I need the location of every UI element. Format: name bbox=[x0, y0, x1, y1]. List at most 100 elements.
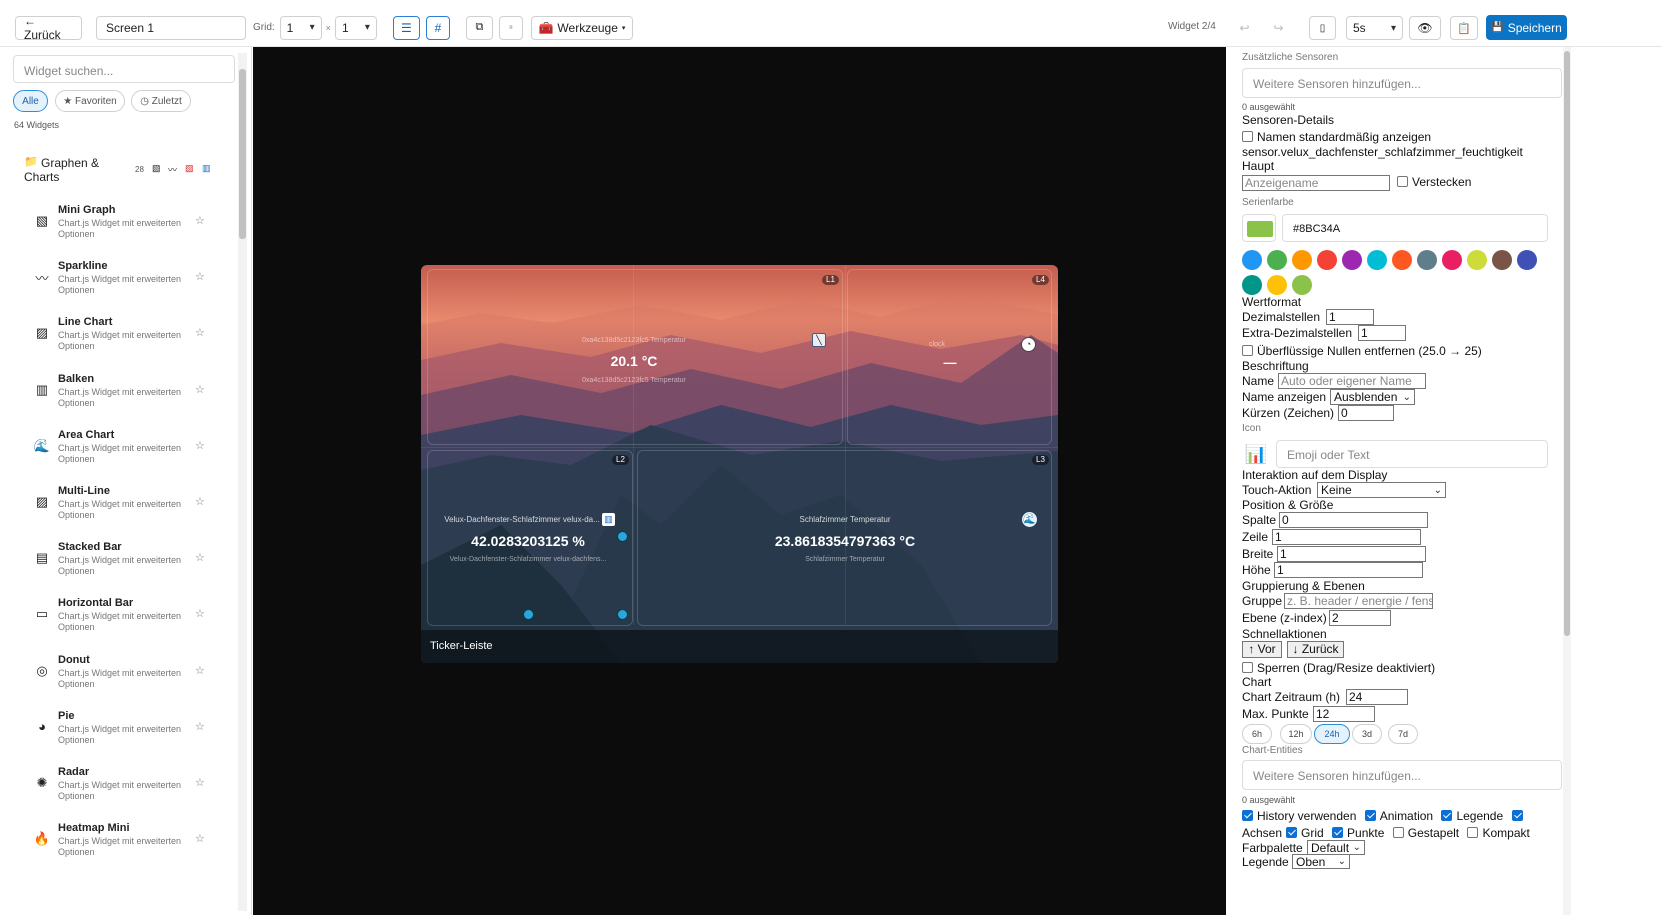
notes-button[interactable]: 📋 bbox=[1450, 16, 1478, 40]
resize-handle[interactable] bbox=[617, 531, 628, 542]
widget-list-item[interactable]: ◎ Donut Chart.js Widget mit erweiterten Op… bbox=[30, 654, 220, 704]
range-pill[interactable]: 24h bbox=[1314, 724, 1350, 744]
star-icon[interactable]: ☆ bbox=[195, 664, 205, 677]
show-name-select[interactable]: Ausblenden ⌄ bbox=[1330, 389, 1415, 405]
chart-period-input[interactable]: 24 bbox=[1346, 689, 1408, 705]
height-input[interactable]: 1 bbox=[1274, 562, 1423, 578]
refresh-interval-select[interactable]: 5s ▾ bbox=[1346, 16, 1403, 40]
row-input[interactable]: 1 bbox=[1272, 529, 1421, 545]
grid-toggle-button[interactable]: # bbox=[425, 15, 450, 40]
resize-handle[interactable] bbox=[523, 609, 534, 620]
points-checkbox[interactable] bbox=[1392, 827, 1404, 838]
star-icon[interactable]: ☆ bbox=[195, 776, 205, 789]
grid-cols-select[interactable]: 1 ▾ bbox=[279, 15, 322, 40]
widget-list-item[interactable]: 🔥 Heatmap Mini Chart.js Widget mit erweite… bbox=[30, 822, 220, 872]
star-icon[interactable]: ☆ bbox=[195, 383, 205, 396]
star-icon[interactable]: ☆ bbox=[195, 551, 205, 564]
range-pill[interactable]: 7d bbox=[1388, 724, 1418, 744]
color-swatch[interactable] bbox=[1517, 250, 1537, 270]
color-swatch[interactable] bbox=[1267, 275, 1287, 295]
back-button[interactable]: ← Zurück bbox=[15, 14, 82, 42]
width-input[interactable]: 1 bbox=[1277, 546, 1426, 562]
filter-recent[interactable]: ◷ Zuletzt bbox=[131, 90, 191, 112]
strip-zeros-row[interactable]: Überflüssige Nullen entfernen (25.0 → 25… bbox=[1242, 344, 1482, 358]
color-swatch[interactable] bbox=[1292, 250, 1312, 270]
filter-favorites[interactable]: ★ Favoriten bbox=[55, 90, 125, 112]
palette-select[interactable]: Default ⌄ bbox=[1307, 840, 1365, 855]
color-swatch[interactable] bbox=[1417, 250, 1437, 270]
layer-input[interactable]: 2 bbox=[1329, 610, 1391, 626]
star-icon[interactable]: ☆ bbox=[195, 495, 205, 508]
save-button[interactable]: 💾 Speichern bbox=[1486, 15, 1567, 40]
color-swatch[interactable] bbox=[1242, 275, 1262, 295]
star-icon[interactable]: ☆ bbox=[195, 270, 205, 283]
color-swatch[interactable] bbox=[1392, 250, 1412, 270]
pause-button[interactable]: ⏸ bbox=[498, 15, 523, 40]
strip-zeros-checkbox[interactable] bbox=[1242, 345, 1253, 356]
shorten-input[interactable]: 0 bbox=[1338, 405, 1394, 421]
color-swatch[interactable] bbox=[1242, 250, 1262, 270]
axes-checkbox[interactable] bbox=[1286, 827, 1298, 838]
show-names-row[interactable]: Namen standardmäßig anzeigen bbox=[1242, 130, 1431, 144]
color-swatch[interactable] bbox=[1367, 250, 1387, 270]
star-icon[interactable]: ☆ bbox=[195, 214, 205, 227]
category-graphs[interactable]: 📁 Graphen & Charts 28 ▧ 〰 ▨ ▥ bbox=[22, 155, 222, 185]
legend-checkbox[interactable] bbox=[1441, 810, 1453, 821]
color-picker[interactable] bbox=[1242, 214, 1276, 242]
name-input[interactable]: Auto oder eigener Name bbox=[1278, 373, 1426, 389]
history-checkbox[interactable] bbox=[1242, 810, 1253, 821]
lock-row[interactable]: Sperren (Drag/Resize deaktiviert) bbox=[1242, 661, 1435, 675]
widget-list-item[interactable]: 🌊 Area Chart Chart.js Widget mit erweitert… bbox=[30, 429, 220, 479]
icon-input[interactable]: Emoji oder Text bbox=[1276, 440, 1548, 468]
filter-all[interactable]: Alle bbox=[13, 90, 48, 112]
chart-entities-input[interactable]: Weitere Sensoren hinzufügen... bbox=[1242, 760, 1562, 790]
star-icon[interactable]: ☆ bbox=[195, 607, 205, 620]
color-swatch[interactable] bbox=[1267, 250, 1287, 270]
layers-button[interactable]: ⧉ bbox=[465, 15, 493, 40]
decimals-input[interactable]: 1 bbox=[1326, 309, 1374, 325]
hide-checkbox[interactable] bbox=[1397, 176, 1408, 187]
show-names-checkbox[interactable] bbox=[1242, 131, 1253, 142]
star-icon[interactable]: ☆ bbox=[195, 439, 205, 452]
color-swatch[interactable] bbox=[1292, 275, 1312, 295]
widget-list-item[interactable]: ◕ Pie Chart.js Widget mit erweiterten Opti… bbox=[30, 710, 220, 760]
widget-search-input[interactable]: Widget suchen... bbox=[13, 55, 235, 83]
range-pill[interactable]: 12h bbox=[1280, 724, 1312, 744]
legend-position-select[interactable]: Oben ⌄ bbox=[1292, 854, 1350, 869]
bring-forward-button[interactable]: ↑ Vor bbox=[1242, 641, 1282, 658]
grid-rows-select[interactable]: 1 ▾ bbox=[334, 15, 377, 40]
color-swatch[interactable] bbox=[1342, 250, 1362, 270]
tools-menu-button[interactable]: 🧰 Werkzeuge ▾ bbox=[530, 15, 633, 40]
list-view-button[interactable]: ☰ bbox=[392, 15, 420, 40]
widget-list-item[interactable]: ▭ Horizontal Bar Chart.js Widget mit erwei… bbox=[30, 597, 220, 647]
bar-chart-icon[interactable]: 📊 bbox=[1242, 440, 1270, 468]
ticker-bar[interactable]: Ticker-Leiste bbox=[421, 630, 1058, 663]
range-pill[interactable]: 3d bbox=[1352, 724, 1382, 744]
color-swatch[interactable] bbox=[1467, 250, 1487, 270]
extra-sensors-input[interactable]: Weitere Sensoren hinzufügen... bbox=[1242, 68, 1562, 98]
panel-scroll-thumb[interactable] bbox=[1564, 51, 1570, 636]
send-backward-button[interactable]: ↓ Zurück bbox=[1287, 641, 1344, 658]
option-checkbox[interactable] bbox=[1511, 810, 1523, 821]
sidebar-scroll-thumb[interactable] bbox=[239, 69, 246, 239]
column-input[interactable]: 0 bbox=[1279, 512, 1428, 528]
sidebar-scrollbar[interactable] bbox=[238, 53, 247, 911]
widget-list-item[interactable]: 〰 Sparkline Chart.js Widget mit erweiterte… bbox=[30, 260, 220, 310]
group-input[interactable]: z. B. header / energie / fenster bbox=[1284, 593, 1433, 609]
preview-button[interactable]: 👁 bbox=[1409, 16, 1441, 40]
device-button[interactable]: ▯ bbox=[1309, 16, 1336, 40]
max-points-input[interactable]: 12 bbox=[1313, 706, 1375, 722]
panel-scrollbar[interactable] bbox=[1563, 47, 1571, 915]
screen-preview[interactable]: L1 L4 L2 L3 0xa4c138d5c2123fc5 Temperatu… bbox=[421, 265, 1058, 663]
star-icon[interactable]: ☆ bbox=[195, 720, 205, 733]
color-swatch[interactable] bbox=[1492, 250, 1512, 270]
widget-list-item[interactable]: ▨ Line Chart Chart.js Widget mit erweitert… bbox=[30, 316, 220, 366]
widget-list-item[interactable]: ▨ Multi-Line Chart.js Widget mit erweitert… bbox=[30, 485, 220, 535]
touch-action-select[interactable]: Keine ⌄ bbox=[1317, 482, 1446, 498]
extra-decimals-input[interactable]: 1 bbox=[1358, 325, 1406, 341]
color-hex-input[interactable]: #8BC34A bbox=[1282, 214, 1548, 242]
grid-checkbox[interactable] bbox=[1332, 827, 1344, 838]
star-icon[interactable]: ☆ bbox=[195, 326, 205, 339]
lock-checkbox[interactable] bbox=[1242, 662, 1253, 673]
screen-name-input[interactable]: Screen 1 bbox=[96, 15, 246, 40]
